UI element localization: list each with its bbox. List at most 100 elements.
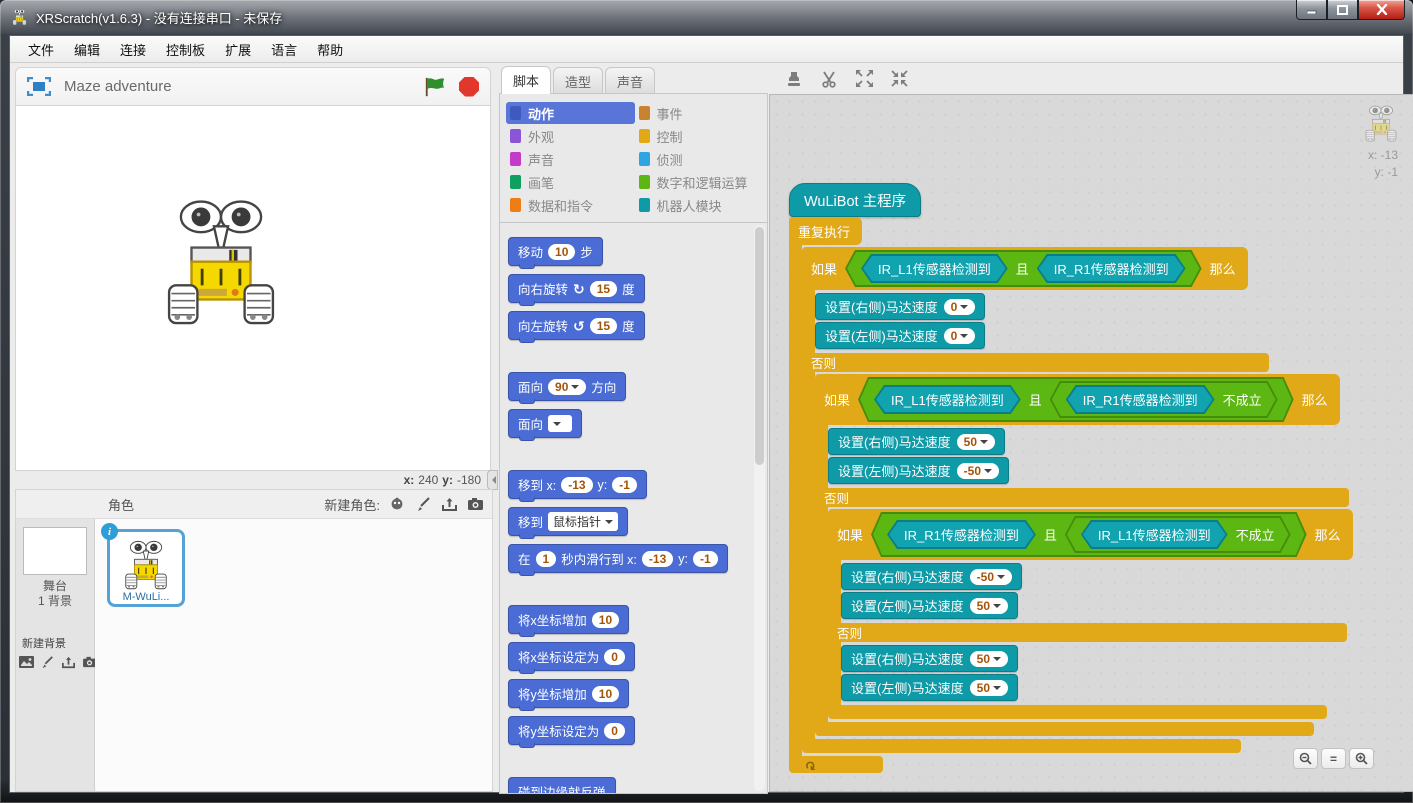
title-bar[interactable]: XRScratch(v1.6.3) - 没有连接串口 - 未保存 <box>0 0 1413 35</box>
motor-speed-block[interactable]: 设置(左侧)马达速度50 <box>841 592 1018 619</box>
menu-item-0[interactable]: 文件 <box>18 40 64 59</box>
sprite-library-icon[interactable] <box>388 496 406 512</box>
paintbrush-icon[interactable] <box>39 654 57 670</box>
number-input[interactable]: 1 <box>536 551 557 567</box>
if-block-header[interactable]: 如果IR_L1传感器检测到且IR_R1传感器检测到不成立那么 <box>815 374 1340 425</box>
zoom-in-button[interactable] <box>1349 748 1374 769</box>
camera-icon[interactable] <box>466 496 484 512</box>
category-left-2[interactable]: 声音 <box>506 148 635 170</box>
script-stack[interactable]: WuLiBot 主程序重复执行如果IR_L1传感器检测到且IR_R1传感器检测到… <box>789 183 1353 773</box>
not-operator-block[interactable]: IR_R1传感器检测到不成立 <box>1050 381 1278 418</box>
palette-block-6[interactable]: 移到鼠标指针 <box>508 507 628 536</box>
palette-block-8[interactable]: 将x坐标增加10 <box>508 605 629 634</box>
category-left-1[interactable]: 外观 <box>506 125 635 147</box>
upload-icon[interactable] <box>440 496 458 512</box>
speed-dropdown[interactable]: 50 <box>957 434 995 450</box>
if-block-header[interactable]: 如果IR_L1传感器检测到且IR_R1传感器检测到那么 <box>802 247 1248 290</box>
shrink-sprite-icon[interactable] <box>888 68 910 90</box>
forever-header[interactable]: 重复执行 <box>789 217 862 245</box>
palette-block-1[interactable]: 向右旋转↻15度 <box>508 274 645 303</box>
menu-item-6[interactable]: 帮助 <box>307 40 353 59</box>
collapse-stage-arrow[interactable] <box>487 470 498 490</box>
maximize-button[interactable] <box>1327 0 1358 20</box>
and-operator-block[interactable]: IR_L1传感器检测到且IR_R1传感器检测到不成立 <box>858 377 1294 422</box>
zoom-reset-button[interactable]: = <box>1321 748 1346 769</box>
number-input[interactable]: 10 <box>592 612 619 628</box>
minimize-button[interactable] <box>1296 0 1327 20</box>
tab-1[interactable]: 造型 <box>553 67 603 94</box>
stage-canvas[interactable] <box>15 106 491 471</box>
number-input[interactable]: -1 <box>612 477 637 493</box>
upload-icon[interactable] <box>60 654 78 670</box>
motor-speed-block[interactable]: 设置(右侧)马达速度50 <box>828 428 1005 455</box>
green-flag-button[interactable] <box>424 76 446 98</box>
motor-speed-block[interactable]: 设置(左侧)马达速度50 <box>841 674 1018 701</box>
category-right-2[interactable]: 侦测 <box>635 148 764 170</box>
and-operator-block[interactable]: IR_R1传感器检测到且IR_L1传感器检测到不成立 <box>871 512 1307 557</box>
number-input[interactable]: -1 <box>693 551 718 567</box>
palette-scrollbar-thumb[interactable] <box>755 227 764 465</box>
sensor-reporter-block[interactable]: IR_L1传感器检测到 <box>861 254 1008 283</box>
if-else-block-level-1[interactable]: 如果IR_L1传感器检测到且IR_R1传感器检测到那么设置(右侧)马达速度0设置… <box>802 247 1353 753</box>
number-input[interactable]: -13 <box>642 551 673 567</box>
motor-speed-block[interactable]: 设置(右侧)马达速度-50 <box>841 563 1022 590</box>
stage-thumbnail[interactable] <box>23 527 87 575</box>
category-right-4[interactable]: 机器人模块 <box>635 194 764 216</box>
sensor-reporter-block[interactable]: IR_R1传感器检测到 <box>887 520 1036 549</box>
if-else-block-level-2[interactable]: 如果IR_L1传感器检测到且IR_R1传感器检测到不成立那么设置(右侧)马达速度… <box>815 374 1353 736</box>
stop-button[interactable] <box>458 76 480 98</box>
speed-dropdown[interactable]: -50 <box>957 463 999 479</box>
tab-0[interactable]: 脚本 <box>501 66 551 94</box>
palette-block-11[interactable]: 将y坐标设定为0 <box>508 716 635 745</box>
forever-loop-block[interactable]: 重复执行如果IR_L1传感器检测到且IR_R1传感器检测到那么设置(右侧)马达速… <box>789 217 1353 773</box>
speed-dropdown[interactable]: 0 <box>944 328 976 344</box>
grow-sprite-icon[interactable] <box>853 68 875 90</box>
sprite-info-icon[interactable]: i <box>101 523 118 540</box>
project-title[interactable]: Maze adventure <box>64 78 412 95</box>
category-right-0[interactable]: 事件 <box>635 102 764 124</box>
category-right-3[interactable]: 数字和逻辑运算 <box>635 171 764 193</box>
close-button[interactable] <box>1358 0 1405 20</box>
dropdown-menu[interactable] <box>548 415 572 432</box>
palette-block-4[interactable]: 面向 <box>508 409 582 438</box>
tab-2[interactable]: 声音 <box>605 67 655 94</box>
dropdown-menu[interactable]: 鼠标指针 <box>548 512 618 531</box>
number-input[interactable]: 10 <box>592 686 619 702</box>
motor-speed-block[interactable]: 设置(左侧)马达速度0 <box>815 322 985 349</box>
palette-block-7[interactable]: 在1秒内滑行到 x:-13y:-1 <box>508 544 728 573</box>
menu-item-1[interactable]: 编辑 <box>64 40 110 59</box>
category-right-1[interactable]: 控制 <box>635 125 764 147</box>
motor-speed-block[interactable]: 设置(右侧)马达速度50 <box>841 645 1018 672</box>
category-left-3[interactable]: 画笔 <box>506 171 635 193</box>
menu-item-2[interactable]: 连接 <box>110 40 156 59</box>
menu-item-3[interactable]: 控制板 <box>156 40 215 59</box>
palette-scrollbar[interactable] <box>754 225 765 791</box>
not-operator-block[interactable]: IR_L1传感器检测到不成立 <box>1065 516 1291 553</box>
number-input[interactable]: 15 <box>590 281 617 297</box>
menu-item-4[interactable]: 扩展 <box>215 40 261 59</box>
category-left-0[interactable]: 动作 <box>506 102 635 124</box>
speed-dropdown[interactable]: 50 <box>970 598 1008 614</box>
number-input[interactable]: 0 <box>604 723 625 739</box>
number-input[interactable]: 0 <box>604 649 625 665</box>
script-canvas[interactable]: x: -13 y: -1 WuLiBot 主程序重复执行如果IR_L1传感器检测… <box>769 94 1413 792</box>
palette-block-3[interactable]: 面向90方向 <box>508 372 626 401</box>
category-left-4[interactable]: 数据和指令 <box>506 194 635 216</box>
hat-block-main-program[interactable]: WuLiBot 主程序 <box>789 183 921 217</box>
palette-block-9[interactable]: 将x坐标设定为0 <box>508 642 635 671</box>
sprite-card-selected[interactable]: i M-WuLi... <box>107 529 185 607</box>
menu-item-5[interactable]: 语言 <box>261 40 307 59</box>
if-block-header[interactable]: 如果IR_R1传感器检测到且IR_L1传感器检测到不成立那么 <box>828 509 1353 560</box>
robot-sprite-on-stage[interactable] <box>162 198 280 333</box>
number-dropdown[interactable]: 90 <box>548 379 586 395</box>
number-input[interactable]: 15 <box>590 318 617 334</box>
palette-block-12[interactable]: 碰到边缘就反弹 <box>508 777 616 793</box>
sensor-reporter-block[interactable]: IR_L1传感器检测到 <box>1081 520 1228 549</box>
palette-block-5[interactable]: 移到 x:-13y:-1 <box>508 470 647 499</box>
motor-speed-block[interactable]: 设置(右侧)马达速度0 <box>815 293 985 320</box>
palette-block-10[interactable]: 将y坐标增加10 <box>508 679 629 708</box>
paintbrush-icon[interactable] <box>414 496 432 512</box>
motor-speed-block[interactable]: 设置(左侧)马达速度-50 <box>828 457 1009 484</box>
sensor-reporter-block[interactable]: IR_L1传感器检测到 <box>874 385 1021 414</box>
fullscreen-button[interactable] <box>26 77 52 97</box>
